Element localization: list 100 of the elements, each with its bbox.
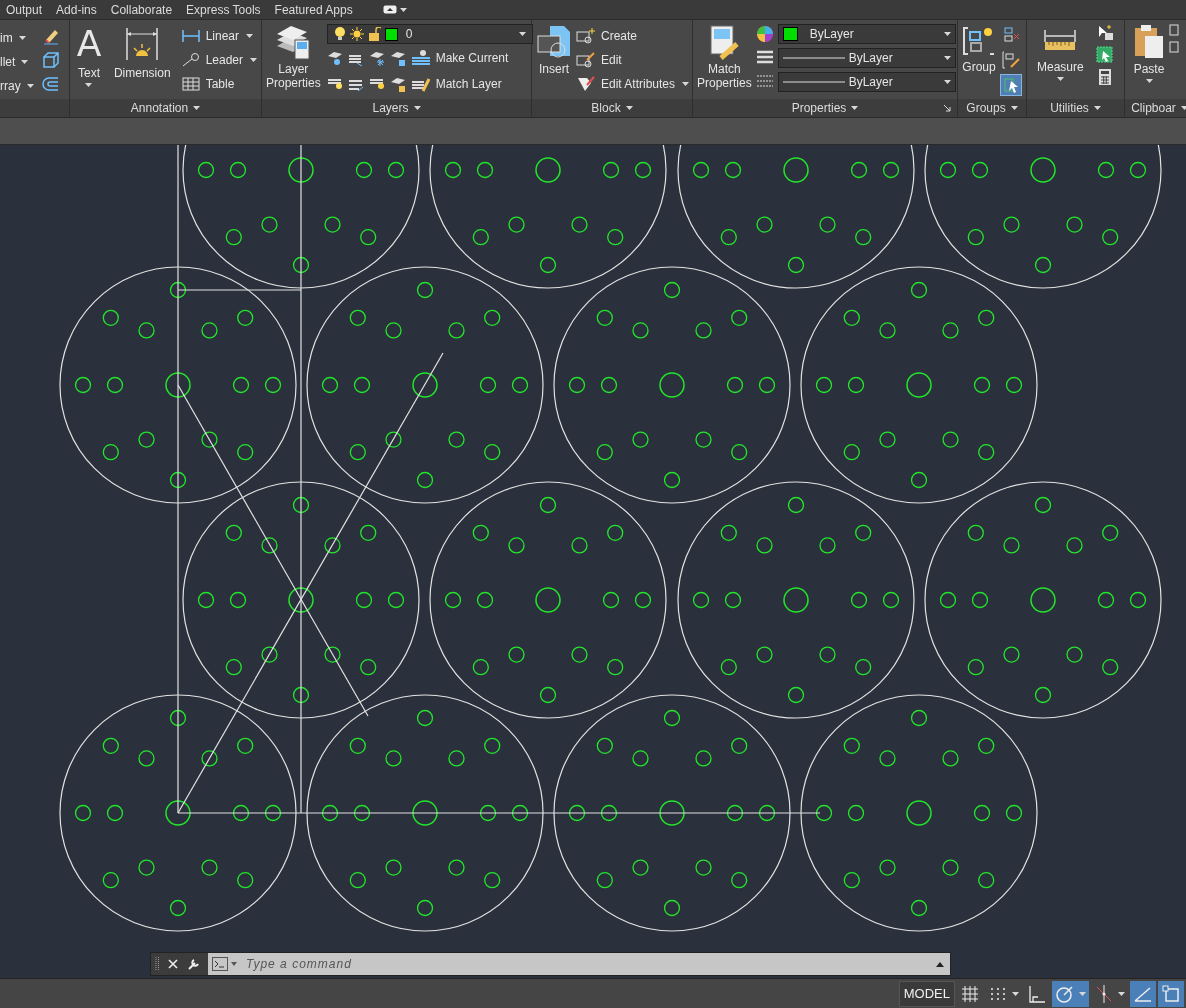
caret-icon [21,60,29,64]
ribbon-button[interactable]: Layer Properties [266,24,321,90]
layer-freeze-icon [368,49,385,67]
caret-icon [682,82,690,86]
box-icon [41,51,60,69]
caret-icon [1012,991,1019,996]
ucs-icon [1161,983,1181,1004]
ribbon-button[interactable]: A Text [74,24,104,87]
color-swatch-icon [782,27,798,41]
caret-icon [943,80,951,84]
clipboard-side-icon [1169,24,1179,54]
caret-icon [193,106,201,110]
line-sample-icon [782,56,845,60]
sun-icon [349,27,364,41]
caret-icon [18,36,26,40]
group-select-icon [1002,76,1020,94]
panel-title[interactable]: Layers [372,99,421,117]
caret-icon [413,106,421,110]
caret-icon [1079,991,1086,996]
ribbon-tab[interactable]: Output [6,0,43,19]
caret-icon [518,32,526,36]
unlocked-icon [367,27,381,41]
ribbon-button[interactable]: Paste [1133,24,1165,83]
caret-icon [1180,106,1186,110]
panel-title[interactable]: Properties [791,99,859,117]
status-toggle[interactable] [1130,980,1156,1007]
insert-block-icon [536,24,572,60]
property-dropdown[interactable]: ByLayer [777,24,956,44]
edit-attributes-icon [576,75,596,93]
ribbon-tab[interactable]: Express Tools [186,0,261,19]
caret-icon [1056,77,1064,81]
group-tool-button[interactable] [1000,49,1022,71]
group-tool-button[interactable] [1000,74,1022,96]
ribbon-button[interactable]: Make Current [410,46,509,70]
bulb-icon [333,27,346,41]
caret-icon [1010,106,1018,110]
caret-icon [1145,79,1153,83]
ribbon-button[interactable]: Match Properties [697,24,752,90]
ribbon-button[interactable]: Edit [576,48,690,72]
status-toggle[interactable] [1158,980,1184,1007]
text-icon: A [76,24,102,64]
caret-icon [943,56,951,60]
panel-title[interactable]: Groups [966,99,1018,117]
property-dropdown[interactable]: ByLayer [777,72,956,92]
table-icon [180,76,201,92]
panel-title[interactable]: Clipboar [1131,99,1186,117]
color-wheel-icon [755,25,774,43]
ribbon-button[interactable]: Table [180,72,257,96]
color-swatch-icon [384,27,398,41]
ribbon-button[interactable]: Create [576,24,690,48]
ribbon-button[interactable]: Dimension [113,24,171,80]
workspace-button[interactable] [382,5,407,14]
caret-icon [1118,991,1125,996]
select-all-icon [1095,46,1114,64]
offset-icon [41,75,60,93]
property-dropdown[interactable]: ByLayer [777,48,956,68]
dialog-launcher-icon [943,104,951,112]
polar-icon [1055,983,1075,1004]
ribbon-button[interactable]: Match Layer [410,72,502,96]
linear-dimension-icon [180,28,201,44]
caret-icon [625,106,633,110]
ribbon-tab[interactable]: Collaborate [110,0,173,19]
caret-icon [26,84,34,88]
panel-title[interactable]: Block [591,99,633,117]
ribbon-button[interactable]: Measure [1037,24,1084,81]
layer-bulb-icon [326,78,343,90]
edit-block-icon [576,51,596,69]
ribbon-tab[interactable]: Featured Apps [274,0,353,19]
caret-icon [85,83,93,87]
line-sample-icon [782,80,845,84]
ortho-icon [1027,983,1047,1004]
caret-icon [851,106,859,110]
group-edit-icon [1002,51,1020,69]
ribbon-button[interactable]: llet [0,50,34,74]
ribbon-tab[interactable]: Add-ins [56,0,97,19]
ribbon-button[interactable]: rray [0,74,34,98]
layer-lock-icon [389,49,406,67]
panel-title[interactable]: Utilities [1050,99,1101,117]
ribbon-button[interactable]: im [0,26,34,50]
caret-icon [250,58,257,62]
create-block-icon [576,27,596,45]
leader-icon [180,52,201,68]
panel-title[interactable]: Annotation [130,99,201,117]
layer-bulb-icon [326,49,343,67]
clipboard-icon [1133,24,1165,60]
window-icon [382,5,397,14]
layer-unlock-icon [389,75,406,93]
ribbon-button[interactable]: Leader [180,48,257,72]
model-space-button[interactable]: MODEL [898,980,955,1007]
eraser-icon [41,27,60,45]
ribbon-button[interactable]: Insert [536,24,572,76]
ribbon-button[interactable]: Group [962,24,996,74]
caret-icon [1093,106,1101,110]
layer-sun-icon [368,78,385,90]
ribbon-button[interactable]: Edit Attributes [576,72,690,96]
status-toggle[interactable] [1052,980,1089,1007]
tracking-icon [1094,983,1114,1004]
ribbon-button[interactable]: Linear [180,24,257,48]
layer-dropdown[interactable]: 0 [326,24,533,44]
grid-icon [960,983,980,1004]
